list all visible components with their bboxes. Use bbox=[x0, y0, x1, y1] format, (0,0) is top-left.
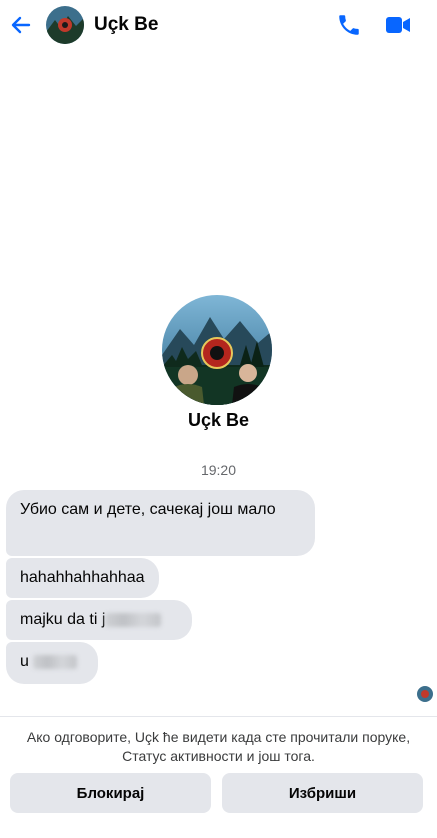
profile-avatar[interactable] bbox=[162, 295, 272, 405]
back-arrow-icon[interactable] bbox=[6, 10, 36, 40]
message-bubble[interactable]: majku da ti j bbox=[6, 600, 192, 640]
message-bubble[interactable]: u bbox=[6, 642, 98, 684]
message-bubble[interactable]: hahahhahhahhaa bbox=[6, 558, 159, 598]
message-bubble[interactable]: Убио сам и дете, сачекај још мало bbox=[6, 490, 315, 556]
read-receipt-notice: Ако одговорите, Uçk ће видети када сте п… bbox=[26, 729, 411, 764]
divider bbox=[0, 716, 437, 717]
redaction-blur bbox=[32, 654, 77, 669]
video-camera-icon[interactable] bbox=[384, 12, 412, 38]
profile-name: Uçk Be bbox=[187, 410, 250, 430]
block-button[interactable]: Блокирај bbox=[10, 773, 211, 813]
chat-header: Uçk Be bbox=[0, 0, 437, 52]
message-text: Убио сам и дете, сачекај још мало bbox=[20, 501, 276, 518]
delete-button[interactable]: Избриши bbox=[222, 773, 423, 813]
message-text: majku da ti j bbox=[20, 611, 106, 628]
redaction-blur bbox=[105, 612, 162, 627]
message-timestamp: 19:20 bbox=[200, 462, 237, 478]
message-text: hahahhahhahhaa bbox=[20, 569, 145, 586]
contact-name[interactable]: Uçk Be bbox=[94, 14, 158, 36]
seen-avatar bbox=[417, 686, 433, 702]
phone-icon[interactable] bbox=[336, 12, 362, 38]
message-text: u bbox=[20, 653, 29, 670]
avatar[interactable] bbox=[46, 6, 84, 44]
